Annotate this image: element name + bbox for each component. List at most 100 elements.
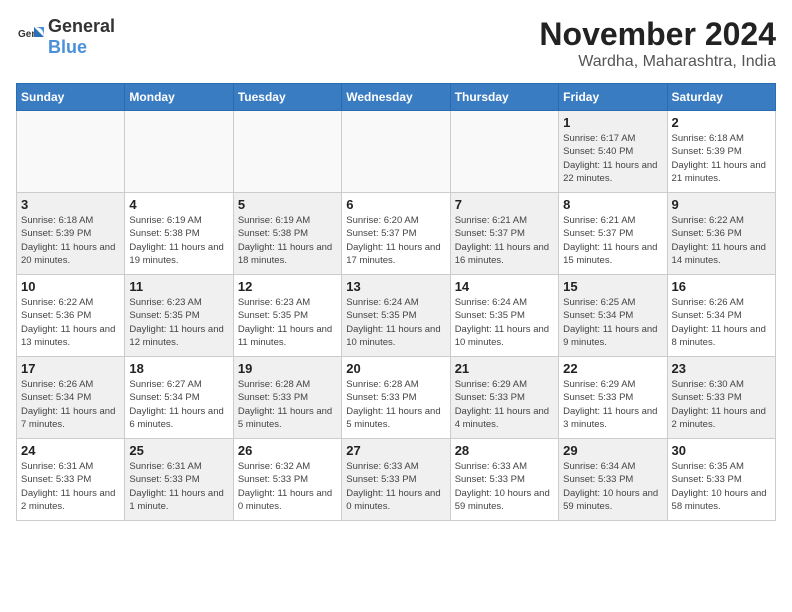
day-number: 18: [129, 361, 228, 376]
logo-general: General: [48, 16, 115, 36]
location-title: Wardha, Maharashtra, India: [539, 53, 776, 71]
calendar-cell: 22 Sunrise: 6:29 AMSunset: 5:33 PMDayligh…: [559, 357, 667, 439]
day-detail: Sunrise: 6:27 AMSunset: 5:34 PMDaylight:…: [129, 378, 228, 431]
day-number: 11: [129, 279, 228, 294]
calendar-cell: 24Sunrise: 6:31 AMSunset: 5:33 PMDayligh…: [17, 439, 125, 521]
day-detail: Sunrise: 6:35 AMSunset: 5:33 PMDaylight:…: [672, 460, 771, 513]
day-number: 5: [238, 197, 337, 212]
day-number: 27: [346, 443, 445, 458]
title-area: November 2024 Wardha, Maharashtra, India: [539, 16, 776, 71]
calendar-cell: 1 Sunrise: 6:17 AMSunset: 5:40 PMDaylight…: [559, 111, 667, 193]
calendar-cell: 5Sunrise: 6:19 AMSunset: 5:38 PMDaylight…: [233, 193, 341, 275]
calendar-cell: 23Sunrise: 6:30 AMSunset: 5:33 PMDayligh…: [667, 357, 775, 439]
day-number: 16: [672, 279, 771, 294]
header-thursday: Thursday: [450, 84, 558, 111]
calendar-cell: 3 Sunrise: 6:18 AMSunset: 5:39 PMDaylight…: [17, 193, 125, 275]
calendar-cell: 27 Sunrise: 6:33 AMSunset: 5:33 PMDayligh…: [342, 439, 450, 521]
day-detail: Sunrise: 6:29 AMSunset: 5:33 PMDaylight:…: [455, 378, 554, 431]
day-number: 12: [238, 279, 337, 294]
calendar-cell: 9 Sunrise: 6:22 AMSunset: 5:36 PMDaylight…: [667, 193, 775, 275]
day-detail: Sunrise: 6:24 AMSunset: 5:35 PMDaylight:…: [346, 296, 445, 349]
day-detail: Sunrise: 6:23 AMSunset: 5:35 PMDaylight:…: [129, 296, 228, 349]
day-detail: Sunrise: 6:33 AMSunset: 5:33 PMDaylight:…: [346, 460, 445, 513]
day-number: 6: [346, 197, 445, 212]
day-number: 14: [455, 279, 554, 294]
header-sunday: Sunday: [17, 84, 125, 111]
calendar-cell: 4 Sunrise: 6:19 AMSunset: 5:38 PMDaylight…: [125, 193, 233, 275]
day-detail: Sunrise: 6:25 AMSunset: 5:34 PMDaylight:…: [563, 296, 662, 349]
calendar-cell: 18 Sunrise: 6:27 AMSunset: 5:34 PMDayligh…: [125, 357, 233, 439]
calendar-cell: 12 Sunrise: 6:23 AMSunset: 5:35 PMDayligh…: [233, 275, 341, 357]
day-detail: Sunrise: 6:28 AMSunset: 5:33 PMDaylight:…: [238, 378, 337, 431]
header-tuesday: Tuesday: [233, 84, 341, 111]
day-detail: Sunrise: 6:33 AMSunset: 5:33 PMDaylight:…: [455, 460, 554, 513]
calendar-cell: 26 Sunrise: 6:32 AMSunset: 5:33 PMDayligh…: [233, 439, 341, 521]
calendar-cell: 21 Sunrise: 6:29 AMSunset: 5:33 PMDayligh…: [450, 357, 558, 439]
header-saturday: Saturday: [667, 84, 775, 111]
logo-blue: Blue: [48, 37, 87, 57]
day-number: 13: [346, 279, 445, 294]
calendar-header-row: SundayMondayTuesdayWednesdayThursdayFrid…: [17, 84, 776, 111]
day-number: 9: [672, 197, 771, 212]
calendar-week-3: 10Sunrise: 6:22 AMSunset: 5:36 PMDayligh…: [17, 275, 776, 357]
calendar-cell: 28 Sunrise: 6:33 AMSunset: 5:33 PMDayligh…: [450, 439, 558, 521]
calendar-cell: 17Sunrise: 6:26 AMSunset: 5:34 PMDayligh…: [17, 357, 125, 439]
day-detail: Sunrise: 6:21 AMSunset: 5:37 PMDaylight:…: [455, 214, 554, 267]
calendar-cell: 7 Sunrise: 6:21 AMSunset: 5:37 PMDaylight…: [450, 193, 558, 275]
day-number: 2: [672, 115, 771, 130]
day-detail: Sunrise: 6:18 AMSunset: 5:39 PMDaylight:…: [21, 214, 120, 267]
day-number: 28: [455, 443, 554, 458]
day-number: 3: [21, 197, 120, 212]
month-title: November 2024: [539, 16, 776, 53]
day-number: 4: [129, 197, 228, 212]
day-number: 10: [21, 279, 120, 294]
day-number: 8: [563, 197, 662, 212]
day-number: 21: [455, 361, 554, 376]
day-number: 26: [238, 443, 337, 458]
calendar-cell: 15 Sunrise: 6:25 AMSunset: 5:34 PMDayligh…: [559, 275, 667, 357]
calendar-cell: 11 Sunrise: 6:23 AMSunset: 5:35 PMDayligh…: [125, 275, 233, 357]
day-detail: Sunrise: 6:17 AMSunset: 5:40 PMDaylight:…: [563, 132, 662, 185]
day-detail: Sunrise: 6:23 AMSunset: 5:35 PMDaylight:…: [238, 296, 337, 349]
day-detail: Sunrise: 6:31 AMSunset: 5:33 PMDaylight:…: [21, 460, 120, 513]
day-number: 7: [455, 197, 554, 212]
day-number: 15: [563, 279, 662, 294]
header-monday: Monday: [125, 84, 233, 111]
calendar-cell: 13 Sunrise: 6:24 AMSunset: 5:35 PMDayligh…: [342, 275, 450, 357]
day-number: 23: [672, 361, 771, 376]
day-number: 17: [21, 361, 120, 376]
calendar-cell: 30 Sunrise: 6:35 AMSunset: 5:33 PMDayligh…: [667, 439, 775, 521]
calendar-week-5: 24Sunrise: 6:31 AMSunset: 5:33 PMDayligh…: [17, 439, 776, 521]
logo-text: General Blue: [48, 16, 115, 58]
calendar-cell: 14Sunrise: 6:24 AMSunset: 5:35 PMDayligh…: [450, 275, 558, 357]
day-detail: Sunrise: 6:18 AMSunset: 5:39 PMDaylight:…: [672, 132, 771, 185]
day-number: 19: [238, 361, 337, 376]
day-detail: Sunrise: 6:21 AMSunset: 5:37 PMDaylight:…: [563, 214, 662, 267]
calendar-cell: [17, 111, 125, 193]
day-detail: Sunrise: 6:29 AMSunset: 5:33 PMDaylight:…: [563, 378, 662, 431]
calendar-week-2: 3 Sunrise: 6:18 AMSunset: 5:39 PMDaylight…: [17, 193, 776, 275]
calendar-cell: [342, 111, 450, 193]
calendar-cell: [125, 111, 233, 193]
calendar-week-1: 1 Sunrise: 6:17 AMSunset: 5:40 PMDaylight…: [17, 111, 776, 193]
day-detail: Sunrise: 6:19 AMSunset: 5:38 PMDaylight:…: [129, 214, 228, 267]
day-detail: Sunrise: 6:34 AMSunset: 5:33 PMDaylight:…: [563, 460, 662, 513]
calendar-cell: 6 Sunrise: 6:20 AMSunset: 5:37 PMDaylight…: [342, 193, 450, 275]
day-number: 22: [563, 361, 662, 376]
calendar-table: SundayMondayTuesdayWednesdayThursdayFrid…: [16, 83, 776, 521]
calendar-cell: 25Sunrise: 6:31 AMSunset: 5:33 PMDayligh…: [125, 439, 233, 521]
calendar-cell: [233, 111, 341, 193]
day-number: 30: [672, 443, 771, 458]
calendar-cell: 16Sunrise: 6:26 AMSunset: 5:34 PMDayligh…: [667, 275, 775, 357]
header-wednesday: Wednesday: [342, 84, 450, 111]
day-number: 29: [563, 443, 662, 458]
calendar-cell: 19 Sunrise: 6:28 AMSunset: 5:33 PMDayligh…: [233, 357, 341, 439]
day-detail: Sunrise: 6:20 AMSunset: 5:37 PMDaylight:…: [346, 214, 445, 267]
day-detail: Sunrise: 6:32 AMSunset: 5:33 PMDaylight:…: [238, 460, 337, 513]
logo-icon: Gen: [16, 23, 44, 51]
calendar-cell: 20Sunrise: 6:28 AMSunset: 5:33 PMDayligh…: [342, 357, 450, 439]
day-detail: Sunrise: 6:22 AMSunset: 5:36 PMDaylight:…: [672, 214, 771, 267]
calendar-cell: 8 Sunrise: 6:21 AMSunset: 5:37 PMDaylight…: [559, 193, 667, 275]
day-number: 1: [563, 115, 662, 130]
header-friday: Friday: [559, 84, 667, 111]
